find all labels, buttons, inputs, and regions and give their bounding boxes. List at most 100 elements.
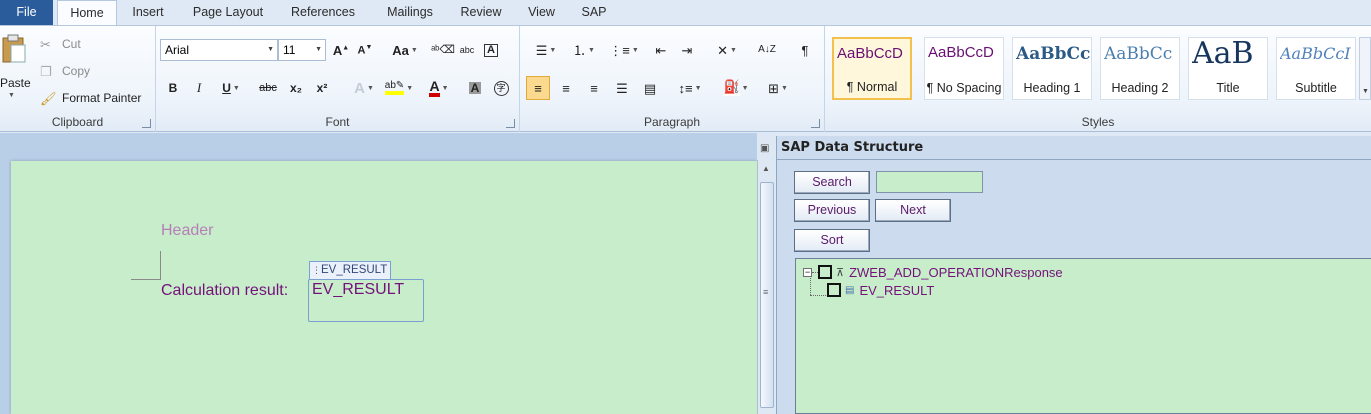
shrink-font-button[interactable]: A▼: [354, 38, 376, 62]
tab-view[interactable]: View: [519, 0, 564, 25]
chevron-down-icon: ▼: [441, 84, 449, 92]
paragraph-dialog-launcher-icon[interactable]: [811, 119, 820, 128]
scroll-up-icon[interactable]: ▲: [762, 164, 770, 173]
bold-button[interactable]: B: [164, 76, 182, 100]
sap-data-structure-pane: SAP Data Structure Search Previous Next …: [776, 136, 1371, 414]
tab-mailings[interactable]: Mailings: [375, 0, 445, 25]
style-subtitle[interactable]: AaBbCcI Subtitle: [1276, 37, 1356, 100]
search-input[interactable]: [876, 171, 983, 193]
copy-icon: ❐: [40, 63, 52, 79]
paste-button[interactable]: Paste ▼: [0, 32, 32, 102]
chevron-down-icon: ▼: [729, 46, 737, 54]
scissors-icon: ✂: [40, 36, 51, 52]
sort-button-sap[interactable]: Sort: [794, 229, 870, 252]
chevron-down-icon: ▼: [741, 84, 749, 92]
line-spacing-button[interactable]: ↕≡ ▼: [672, 76, 708, 100]
tab-home[interactable]: Home: [57, 0, 117, 26]
tree-node-checkbox[interactable]: [818, 265, 832, 279]
tab-file[interactable]: File: [0, 0, 53, 25]
font-color-icon: A: [429, 79, 440, 97]
tab-review[interactable]: Review: [452, 0, 510, 25]
align-left-button[interactable]: ≡: [526, 76, 550, 100]
ribbon: Paste ▼ ✂ Cut ❐ Copy 🖌 Format Painter Cl…: [0, 25, 1371, 132]
enclose-characters-button[interactable]: 字: [490, 76, 512, 100]
document-area: Header Calculation result: ⋮EV_RESULT EV…: [0, 133, 757, 414]
pilcrow-icon: ¶: [801, 42, 809, 58]
font-size-select[interactable]: 11 ▼: [278, 39, 326, 61]
next-button[interactable]: Next: [875, 199, 951, 222]
cut-button[interactable]: ✂ Cut: [40, 35, 81, 53]
strikethrough-button[interactable]: abc: [256, 76, 280, 100]
highlight-button[interactable]: ab✎ ▼: [382, 76, 416, 100]
grip-icon: ≡: [763, 287, 769, 297]
clipboard-dialog-launcher-icon[interactable]: [142, 119, 151, 128]
tab-insert[interactable]: Insert: [121, 0, 175, 25]
format-painter-button[interactable]: 🖌 Format Painter: [40, 89, 141, 107]
style-no-spacing[interactable]: AaBbCcD ¶ No Spacing: [924, 37, 1004, 100]
style-heading-1-preview: AaBbCc: [1016, 44, 1091, 64]
grow-font-icon: A▲: [332, 42, 350, 58]
numbering-button[interactable]: ⒈ ▼: [566, 38, 602, 62]
tab-references[interactable]: References: [281, 0, 365, 25]
align-right-button[interactable]: ≡: [582, 76, 606, 100]
shading-button[interactable]: ⛽ ▼: [718, 76, 754, 100]
font-color-button[interactable]: A ▼: [422, 76, 456, 100]
font-group-label: Font: [325, 115, 350, 129]
tree-node-child[interactable]: ▤ EV_RESULT: [827, 282, 934, 298]
paste-label: Paste: [0, 76, 31, 90]
justify-button[interactable]: ☰: [610, 76, 634, 100]
document-page[interactable]: Header Calculation result: ⋮EV_RESULT EV…: [11, 161, 757, 414]
style-normal-label: ¶ Normal: [846, 80, 898, 94]
sort-button[interactable]: A↓Z: [756, 38, 778, 62]
tree-node-root[interactable]: − ⊼ ZWEB_ADD_OPERATIONResponse: [803, 264, 1063, 280]
previous-button[interactable]: Previous: [794, 199, 870, 222]
tab-sap[interactable]: SAP: [573, 0, 615, 25]
font-dialog-launcher-icon[interactable]: [506, 119, 515, 128]
font-family-select[interactable]: Arial ▼: [160, 39, 278, 61]
style-normal[interactable]: AaBbCcD ¶ Normal: [832, 37, 912, 100]
asian-layout-button[interactable]: ✕ ▼: [710, 38, 744, 62]
decrease-indent-button[interactable]: ⇤: [650, 38, 672, 62]
pane-splitter[interactable]: ▣: [757, 133, 775, 160]
underline-button[interactable]: U ▼: [216, 76, 246, 100]
borders-button[interactable]: ⊞ ▼: [760, 76, 796, 100]
chevron-down-icon: ▼: [631, 46, 639, 54]
grow-font-button[interactable]: A▲: [330, 38, 352, 62]
chevron-down-icon: ▼: [267, 46, 274, 53]
style-title-preview: AaB: [1192, 37, 1254, 71]
content-control-tag[interactable]: ⋮EV_RESULT: [309, 261, 392, 279]
character-shading-button[interactable]: A: [464, 76, 486, 100]
ev-result-field[interactable]: EV_RESULT: [308, 279, 424, 322]
style-heading-1[interactable]: AaBbCc Heading 1: [1012, 37, 1092, 100]
copy-button[interactable]: ❐ Copy: [40, 62, 90, 80]
show-formatting-button[interactable]: ¶: [794, 38, 816, 62]
italic-button[interactable]: I: [190, 76, 208, 100]
style-normal-preview: AaBbCcD: [837, 45, 903, 62]
styles-scroll[interactable]: ▼: [1359, 37, 1371, 100]
style-title[interactable]: AaB Title: [1188, 37, 1268, 100]
style-heading-2[interactable]: AaBbCc Heading 2: [1100, 37, 1180, 100]
search-button[interactable]: Search: [794, 171, 870, 194]
character-border-icon: A: [484, 43, 498, 57]
increase-indent-icon: ⇥: [681, 42, 693, 58]
tab-page-layout[interactable]: Page Layout: [183, 0, 273, 25]
sort-az-icon: A↓Z: [758, 44, 776, 55]
change-case-button[interactable]: Aa ▼: [388, 38, 422, 62]
align-center-button[interactable]: ≡: [554, 76, 578, 100]
scrollbar-thumb[interactable]: ≡: [760, 182, 774, 408]
document-vertical-scrollbar[interactable]: ▲ ≡: [757, 160, 775, 414]
increase-indent-button[interactable]: ⇥: [676, 38, 698, 62]
phonetic-guide-button[interactable]: abc: [456, 38, 478, 62]
bullets-button[interactable]: ☰ ▼: [528, 38, 564, 62]
hierarchy-icon: ⊼: [836, 266, 845, 279]
multilevel-list-button[interactable]: ⋮≡ ▼: [606, 38, 642, 62]
clear-formatting-button[interactable]: ᵃᵇ⌫: [431, 38, 455, 62]
distributed-button[interactable]: ▤: [638, 76, 662, 100]
collapse-icon[interactable]: −: [803, 267, 812, 277]
subscript-button[interactable]: x₂: [286, 76, 306, 100]
character-border-button[interactable]: A: [480, 38, 502, 62]
text-effects-button[interactable]: A ▼: [348, 76, 380, 100]
tree-node-checkbox[interactable]: [827, 283, 841, 297]
paintbrush-icon: 🖌: [40, 90, 57, 106]
superscript-button[interactable]: x²: [312, 76, 332, 100]
